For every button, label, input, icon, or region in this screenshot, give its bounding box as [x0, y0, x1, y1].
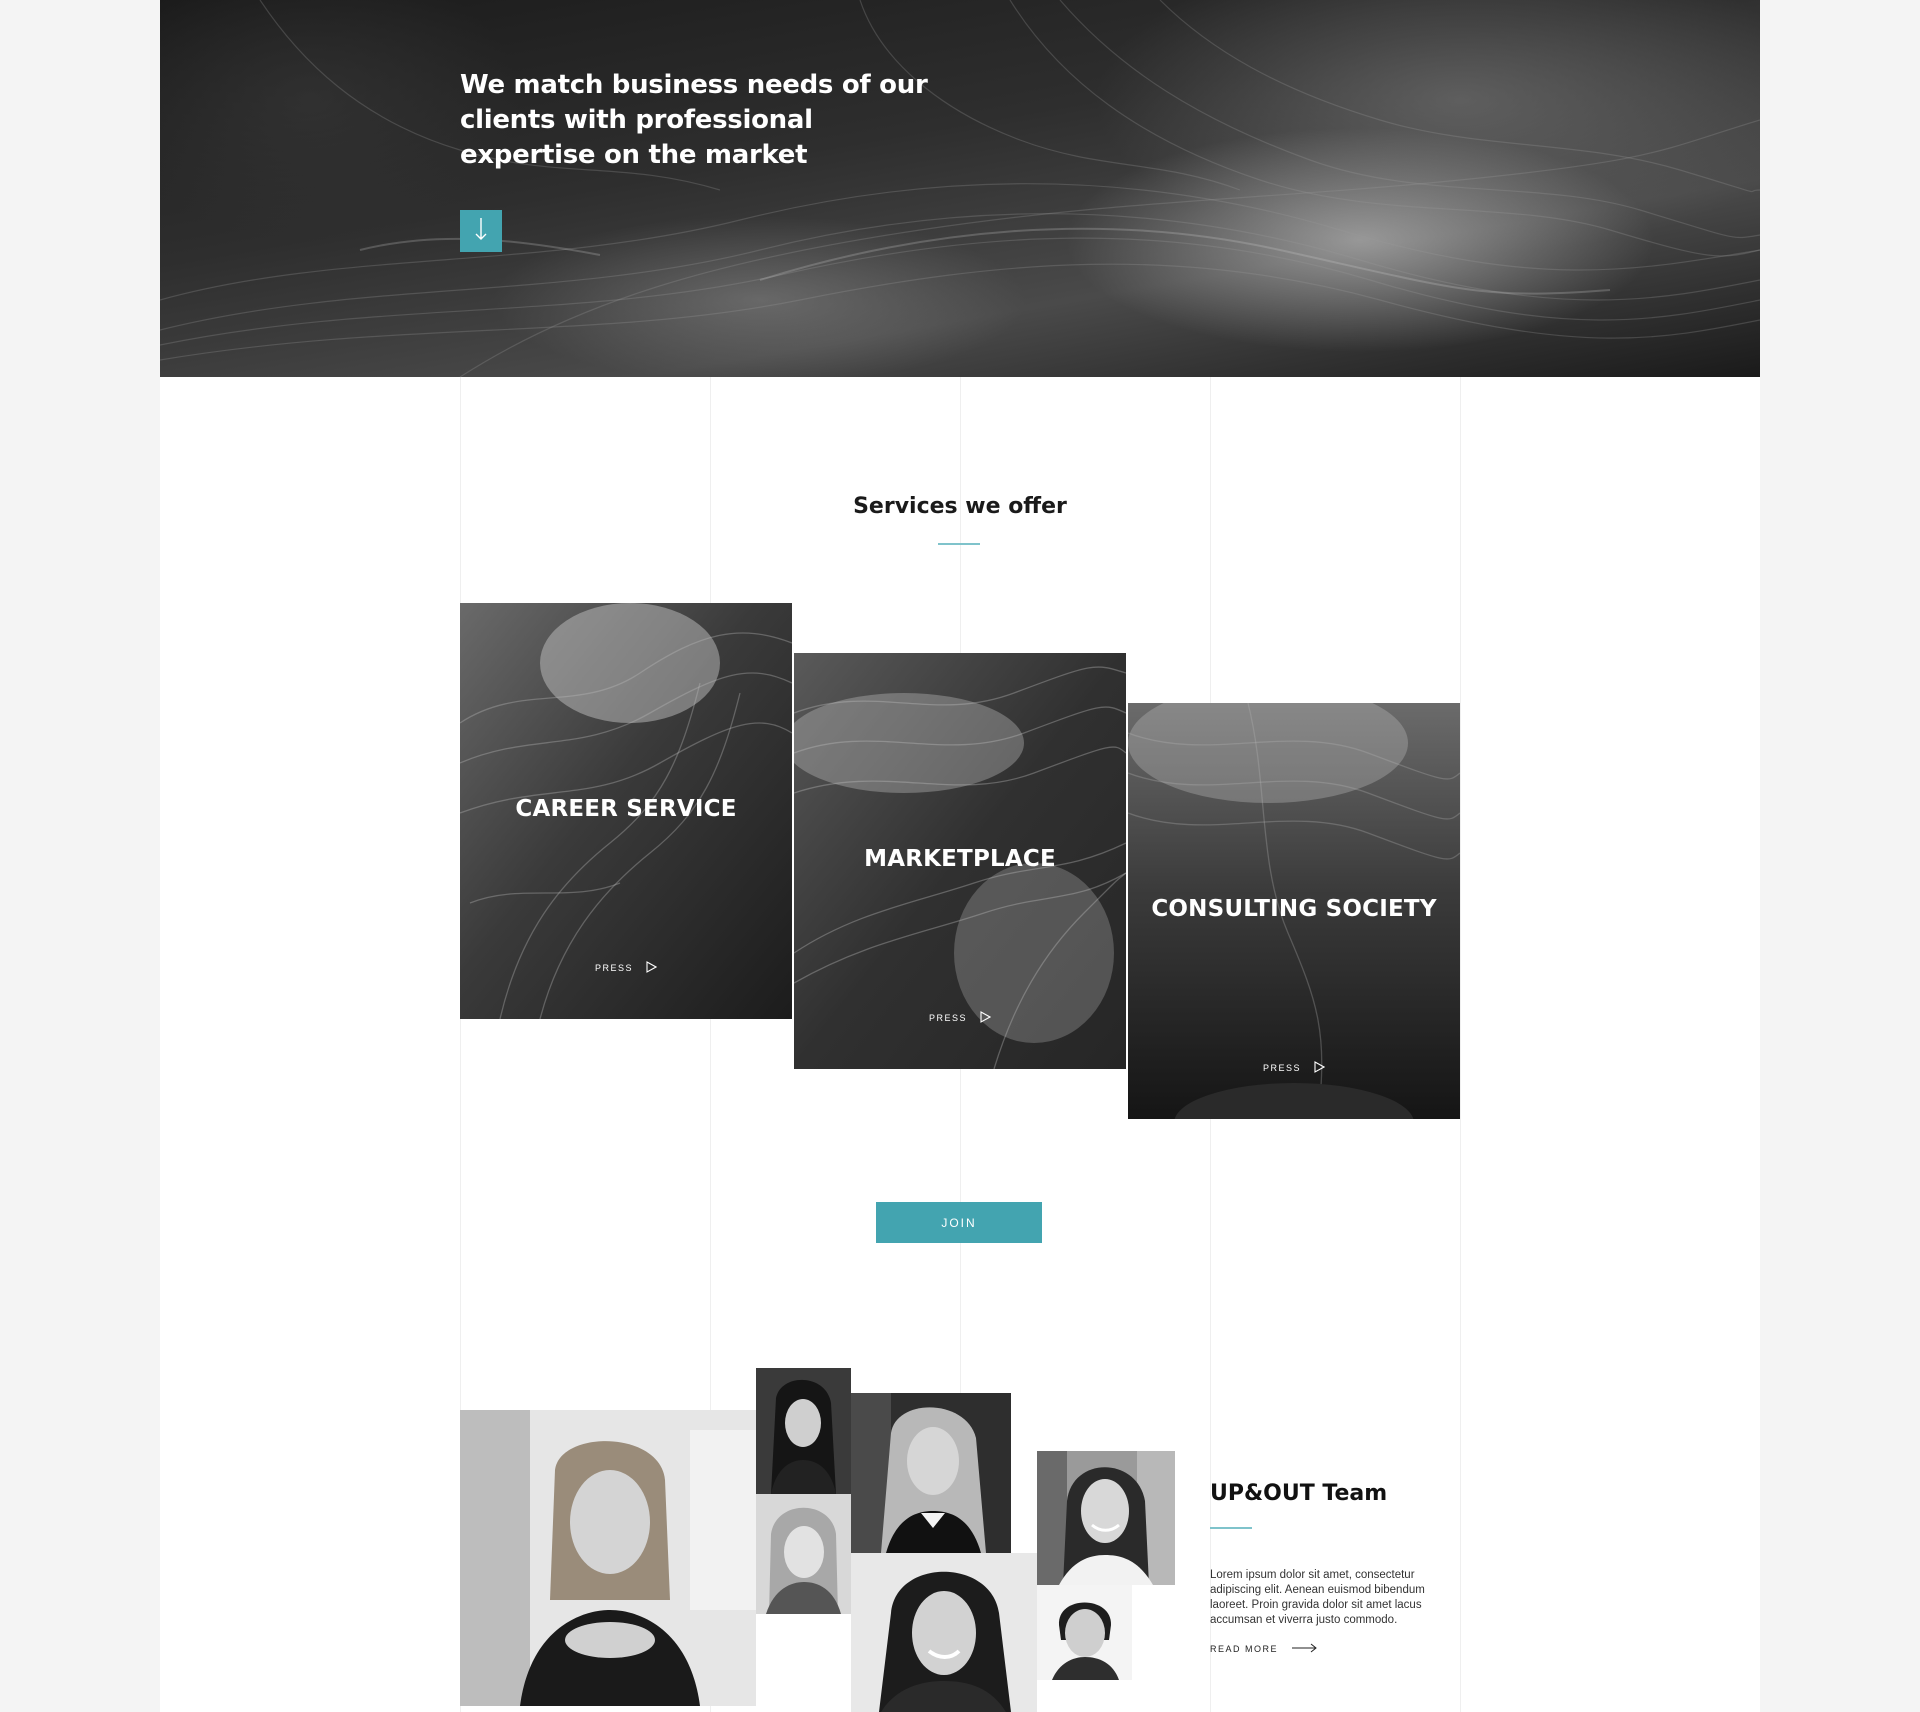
hero-banner: We match business needs of our clients w… — [160, 0, 1760, 377]
team-description: Lorem ipsum dolor sit amet, consectetur … — [1210, 1569, 1425, 1626]
team-photo — [756, 1368, 851, 1494]
team-photo — [1037, 1585, 1132, 1680]
service-card-marketplace[interactable]: MARKETPLACE PRESS — [794, 653, 1126, 1069]
arrow-down-icon — [474, 216, 488, 247]
service-card-title: CONSULTING SOCIETY — [1151, 896, 1437, 922]
service-card-consulting[interactable]: CONSULTING SOCIETY PRESS — [1128, 703, 1460, 1119]
press-label: PRESS — [928, 1013, 967, 1023]
team-photo — [851, 1553, 1037, 1712]
scroll-down-button[interactable] — [460, 210, 502, 252]
service-card-title: CAREER SERVICE — [515, 796, 737, 822]
join-button[interactable]: JOIN — [876, 1202, 1042, 1243]
team-title-underline — [1210, 1527, 1252, 1529]
team-photo — [756, 1494, 851, 1614]
page: We match business needs of our clients w… — [160, 0, 1760, 1712]
read-more-link[interactable]: READ MORE — [1210, 1643, 1318, 1655]
services-title-underline — [938, 543, 980, 545]
service-card-title: MARKETPLACE — [864, 846, 1056, 872]
services-title: Services we offer — [853, 494, 1067, 519]
play-outline-icon — [979, 1011, 992, 1025]
team-photo — [1037, 1451, 1175, 1585]
play-outline-icon — [1313, 1061, 1326, 1075]
service-card-press[interactable]: PRESS — [1128, 1061, 1460, 1075]
service-card-press[interactable]: PRESS — [460, 961, 792, 975]
team-title: UP&OUT Team — [1210, 1481, 1388, 1506]
hero-headline: We match business needs of our clients w… — [460, 70, 928, 170]
team-photo — [851, 1393, 1011, 1553]
hero-rock-texture — [160, 0, 1760, 377]
arrow-right-icon — [1292, 1643, 1318, 1655]
press-label: PRESS — [594, 963, 633, 973]
service-card-career[interactable]: CAREER SERVICE PRESS — [460, 603, 792, 1019]
grid-line — [1460, 377, 1461, 1712]
service-card-press[interactable]: PRESS — [794, 1011, 1126, 1025]
play-outline-icon — [645, 961, 658, 975]
read-more-label: READ MORE — [1210, 1644, 1279, 1654]
press-label: PRESS — [1262, 1063, 1301, 1073]
team-photo — [460, 1410, 756, 1706]
